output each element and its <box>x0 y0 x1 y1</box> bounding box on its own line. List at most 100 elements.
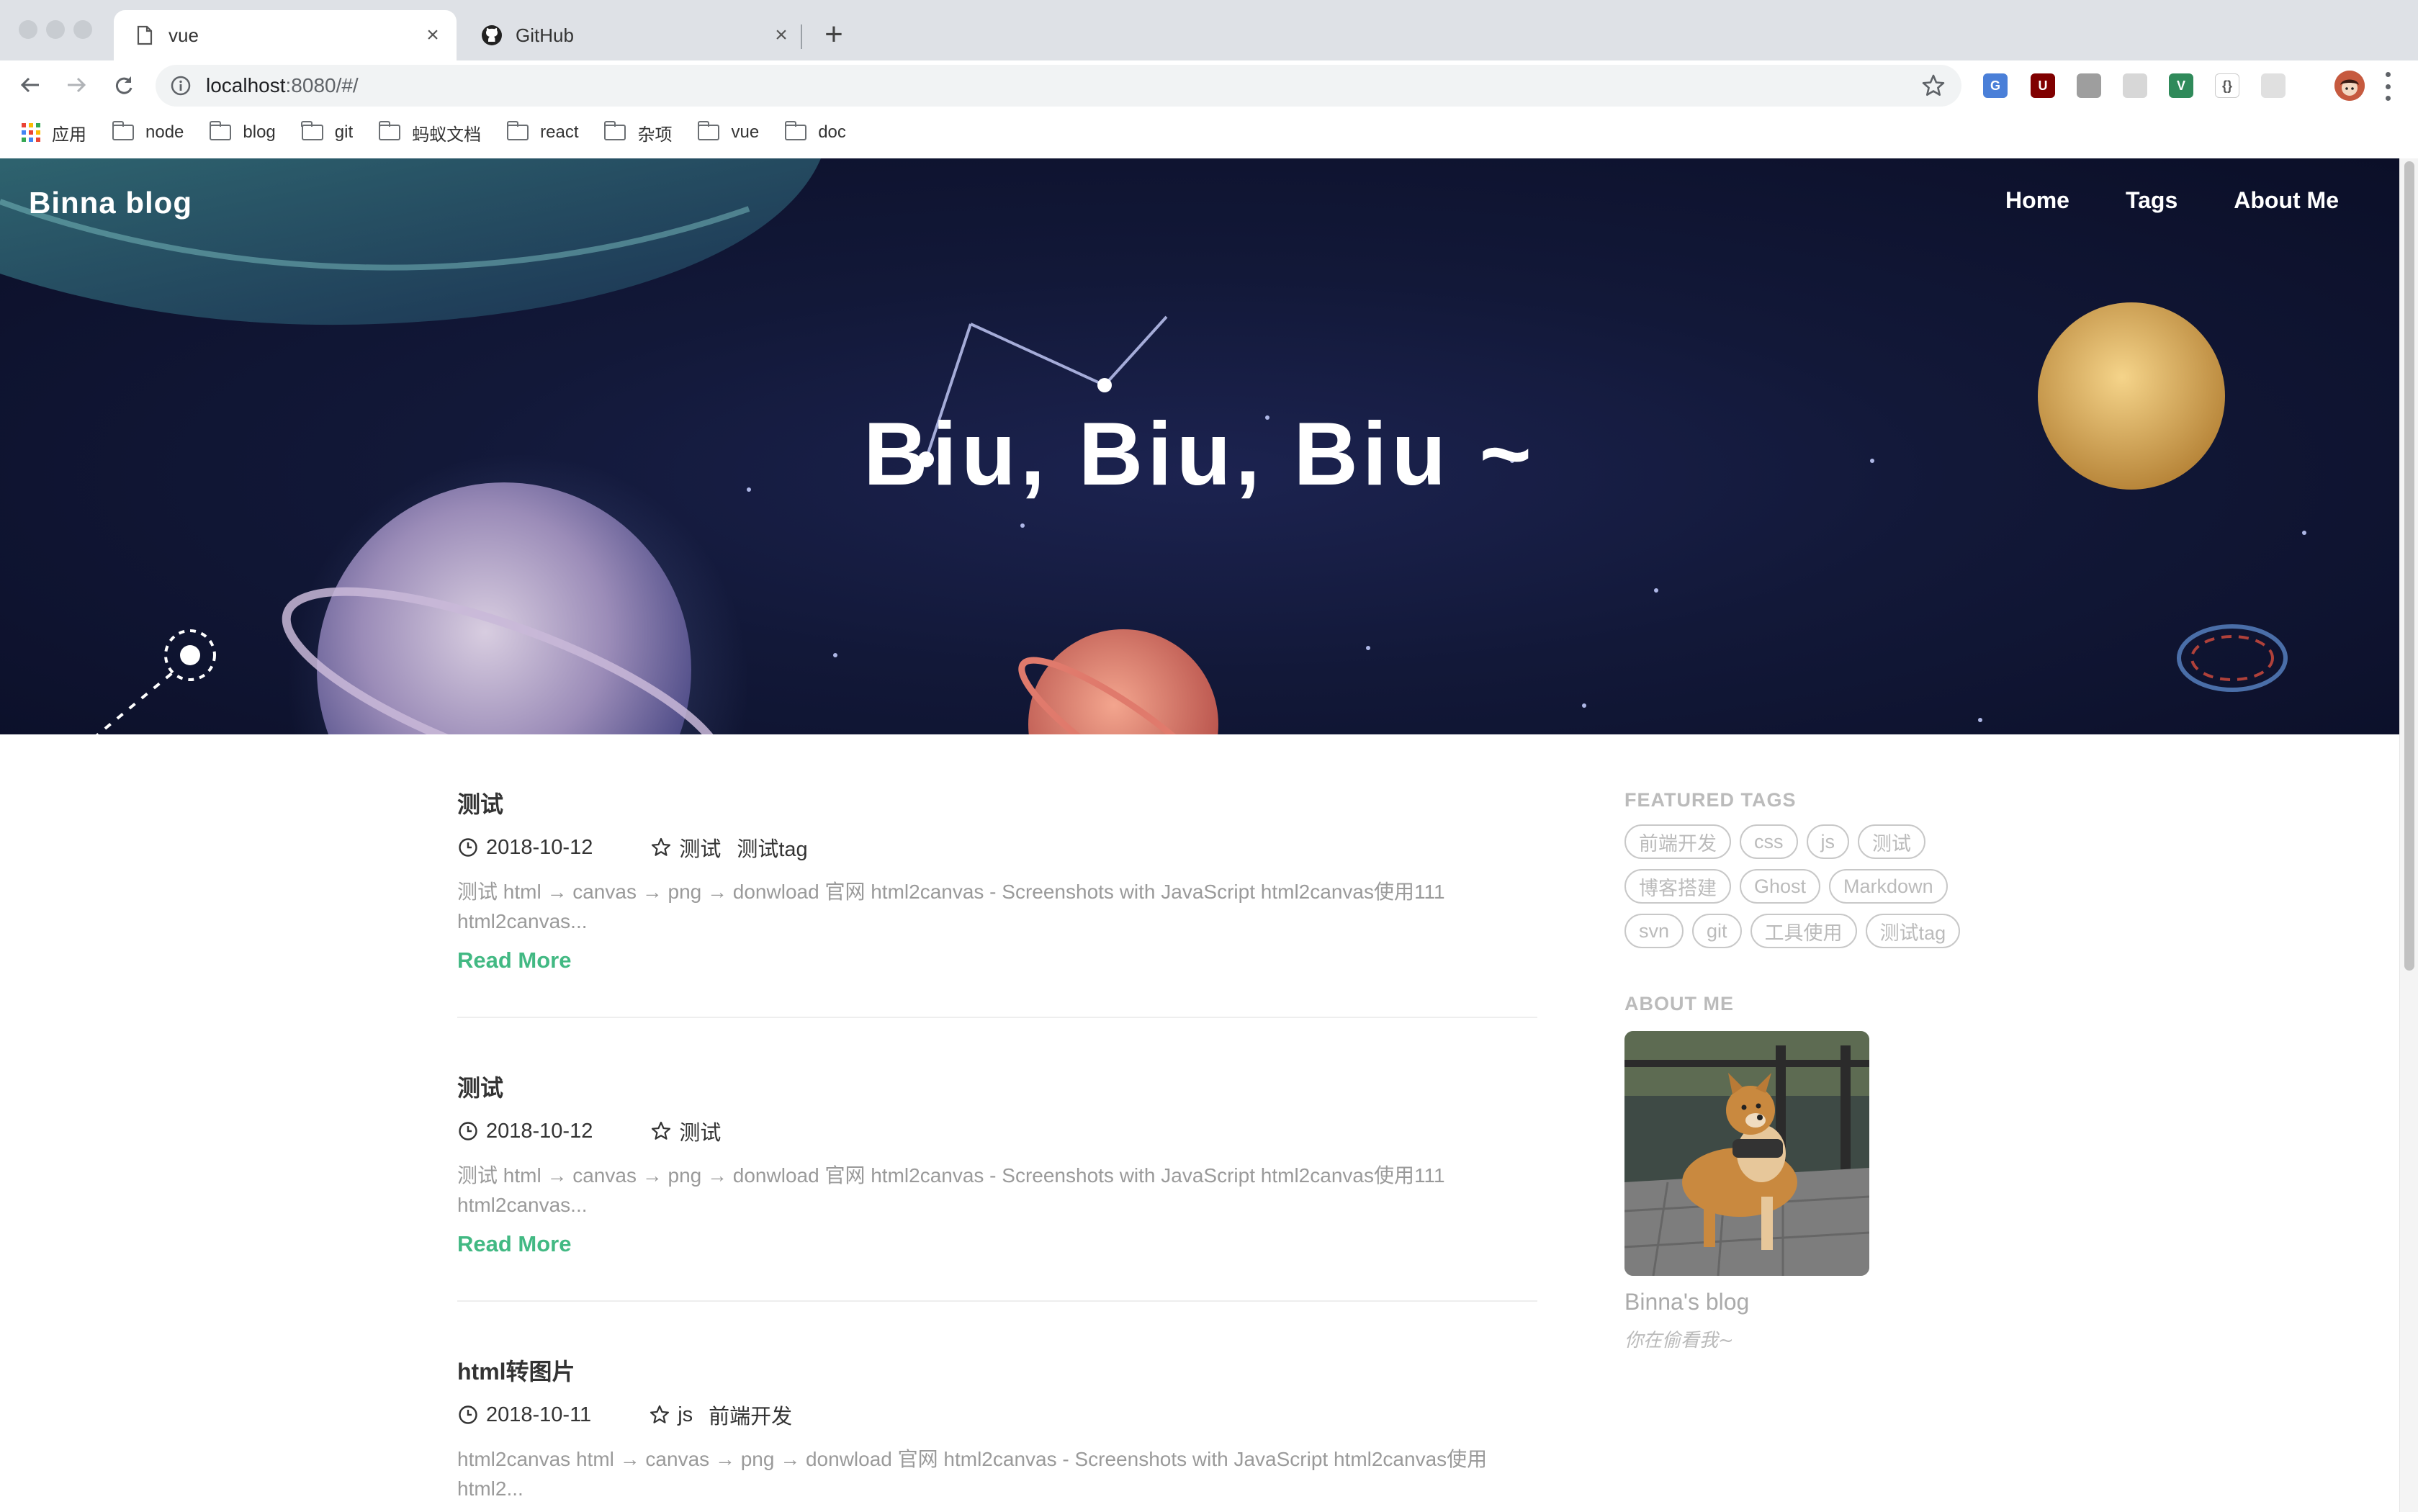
bookmark-label: doc <box>818 122 846 142</box>
folder-icon <box>112 121 134 140</box>
browser-tab-strip: vue × GitHub × + <box>0 0 2418 60</box>
nav-tags-link[interactable]: Tags <box>2126 187 2177 214</box>
tag-pill[interactable]: 博客搭建 <box>1624 869 1731 904</box>
tag-pill[interactable]: 测试tag <box>1865 914 1961 948</box>
post-date: 2018-10-11 <box>486 1403 592 1426</box>
post-tag[interactable]: js <box>678 1403 693 1427</box>
bookmark-folder-ant-docs[interactable]: 蚂蚁文档 <box>378 120 482 145</box>
tag-pill[interactable]: 前端开发 <box>1624 824 1731 859</box>
tag-pill[interactable]: git <box>1692 914 1742 948</box>
new-tab-button[interactable]: + <box>819 19 848 50</box>
post-meta: 2018-10-11 js 前端开发 <box>457 1400 808 1430</box>
site-info-icon[interactable] <box>170 75 192 96</box>
post-excerpt: 测试 html → canvas → png → donwload 官网 htm… <box>457 1164 1445 1216</box>
github-icon <box>481 24 503 46</box>
bookmark-apps[interactable]: 应用 <box>22 120 86 145</box>
window-zoom-button[interactable] <box>73 20 92 39</box>
bookmark-label: react <box>540 122 579 142</box>
folder-icon <box>209 121 232 140</box>
qr-extension-icon[interactable] <box>2261 73 2286 98</box>
scrollbar-thumb[interactable] <box>2404 161 2414 971</box>
post-excerpt: 测试 html → canvas → png → donwload 官网 htm… <box>457 881 1445 932</box>
post-tag[interactable]: 测试 <box>679 832 721 863</box>
star-icon <box>650 1405 670 1423</box>
post-tag[interactable]: 测试tag <box>737 832 807 863</box>
clock-icon <box>459 838 477 857</box>
post-item: html转图片 2018-10-11 js 前端开发 html2canvas h… <box>457 1302 1537 1512</box>
blog-motto: 你在偷看我~ <box>1624 1330 1734 1351</box>
nav-about-link[interactable]: About Me <box>2234 187 2339 214</box>
post-title[interactable]: 测试 <box>457 786 503 819</box>
record-extension-icon[interactable] <box>2123 73 2147 98</box>
tab-close-icon[interactable]: × <box>770 23 792 47</box>
bookmark-label: 应用 <box>52 125 86 145</box>
folder-icon <box>603 121 626 140</box>
post-excerpt: html2canvas html → canvas → png → donwlo… <box>457 1448 1488 1500</box>
bookmark-folder-doc[interactable]: doc <box>784 121 846 143</box>
vue-devtools-extension-icon[interactable]: V <box>2169 73 2193 98</box>
post-list: 测试 2018-10-12 测试 测试tag 测试 html → canvas … <box>457 734 1537 1512</box>
profile-avatar[interactable] <box>2334 71 2365 101</box>
bookmark-star-icon[interactable] <box>1921 73 1946 98</box>
browser-menu-icon[interactable] <box>2382 72 2394 101</box>
tag-pill[interactable]: 测试 <box>1858 824 1925 859</box>
post-date: 2018-10-12 <box>486 1119 593 1143</box>
clock-icon <box>459 1122 477 1140</box>
tab-close-icon[interactable]: × <box>422 23 444 47</box>
bookmark-folder-vue[interactable]: vue <box>697 121 759 143</box>
tag-pill[interactable]: 工具使用 <box>1750 914 1857 948</box>
tag-pill[interactable]: svn <box>1624 914 1684 948</box>
featured-tags: 前端开发 css js 测试 博客搭建 Ghost Markdown svn g… <box>1624 824 1970 958</box>
hero-banner: Binna blog Home Tags About Me Biu, Biu, … <box>0 158 2399 734</box>
tag-pill[interactable]: Ghost <box>1740 869 1821 904</box>
post-tag[interactable]: 前端开发 <box>709 1400 792 1430</box>
post-title[interactable]: html转图片 <box>457 1354 575 1387</box>
tab-vue[interactable]: vue × <box>114 10 457 60</box>
nav-home-link[interactable]: Home <box>2005 187 2069 214</box>
tab-github[interactable]: GitHub × <box>461 10 805 60</box>
address-bar[interactable]: localhost:8080/#/ <box>156 65 1961 107</box>
page-scrollbar[interactable] <box>2399 158 2418 1512</box>
about-me-heading: ABOUT ME <box>1624 993 1734 1014</box>
bookmark-folder-misc[interactable]: 杂项 <box>603 120 672 145</box>
bookmark-folder-node[interactable]: node <box>112 121 184 143</box>
bookmark-folder-blog[interactable]: blog <box>209 121 276 143</box>
reload-button[interactable] <box>108 69 140 101</box>
ublock-extension-icon[interactable]: U <box>2031 73 2055 98</box>
post-meta: 2018-10-12 测试 测试tag <box>457 832 824 863</box>
translate-extension-icon[interactable]: G <box>1983 73 2008 98</box>
star-icon <box>652 1121 671 1140</box>
star-icon <box>652 837 671 856</box>
bookmark-folder-git[interactable]: git <box>301 121 353 143</box>
bookmark-label: node <box>145 122 184 142</box>
tag-pill[interactable]: css <box>1740 824 1798 859</box>
bookmark-folder-react[interactable]: react <box>506 121 579 143</box>
post-tag[interactable]: 测试 <box>679 1116 721 1146</box>
post-item: 测试 2018-10-12 测试 测试 html → canvas → png … <box>457 1018 1537 1302</box>
site-nav: Home Tags About Me <box>1949 187 2339 214</box>
tag-pill[interactable]: js <box>1806 824 1849 859</box>
bookmarks-bar: 应用 node blog git 蚂蚁文档 react 杂项 vue doc <box>22 115 2418 150</box>
site-brand[interactable]: Binna blog <box>29 186 192 220</box>
bookmark-label: 蚂蚁文档 <box>412 125 482 145</box>
window-minimize-button[interactable] <box>46 20 65 39</box>
url-host: localhost <box>206 74 286 96</box>
forward-button[interactable] <box>60 69 92 101</box>
read-more-link[interactable]: Read More <box>457 1231 571 1257</box>
about-me-photo <box>1624 1031 1869 1276</box>
back-button[interactable] <box>14 69 46 101</box>
post-date: 2018-10-12 <box>486 835 593 859</box>
tag-pill[interactable]: Markdown <box>1829 869 1948 904</box>
url-path: :8080/#/ <box>285 74 359 96</box>
post-title[interactable]: 测试 <box>457 1070 503 1103</box>
url-text[interactable]: localhost:8080/#/ <box>206 74 359 97</box>
json-extension-icon[interactable]: {} <box>2215 73 2239 98</box>
window-close-button[interactable] <box>19 20 37 39</box>
read-more-link[interactable]: Read More <box>457 948 571 973</box>
document-extension-icon[interactable] <box>2077 73 2101 98</box>
folder-icon <box>301 121 323 140</box>
folder-icon <box>506 121 529 140</box>
folder-icon <box>378 121 401 140</box>
blog-owner-name: Binna's blog <box>1624 1289 1750 1315</box>
post-item: 测试 2018-10-12 测试 测试tag 测试 html → canvas … <box>457 734 1537 1018</box>
